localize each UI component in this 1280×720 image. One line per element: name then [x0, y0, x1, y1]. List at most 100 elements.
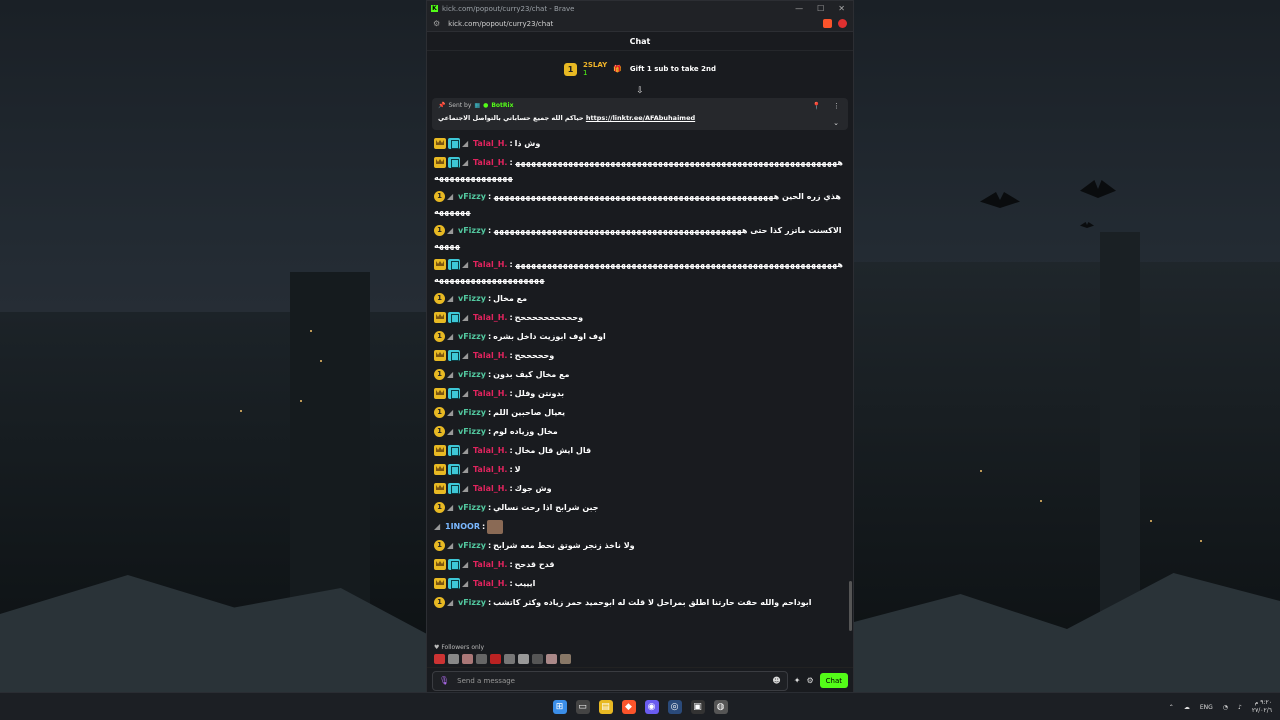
chat-settings-icon[interactable]: ⚙ [806, 676, 813, 685]
brave-rewards-icon[interactable] [838, 19, 847, 28]
chat-username[interactable]: vFizzy [458, 189, 486, 204]
kicks-icon[interactable]: ✦ [794, 676, 801, 685]
chat-message: ◢ Talal_H.: ايييب [434, 574, 846, 593]
chat-message: 1 ◢ vFizzy: مع مخال كيف بدون [434, 365, 846, 384]
discord-icon[interactable]: ◉ [644, 699, 659, 714]
chat-username[interactable]: vFizzy [458, 536, 486, 555]
emote[interactable] [504, 654, 515, 664]
unpin-icon[interactable]: 📍 [812, 102, 821, 110]
minimize-button[interactable]: — [795, 4, 803, 13]
lang-indicator[interactable]: ENG [1200, 704, 1213, 711]
chat-username[interactable]: vFizzy [458, 593, 486, 612]
pinned-link[interactable]: https://linktr.ee/AFAbuhaimed [586, 114, 695, 122]
emote[interactable] [518, 654, 529, 664]
xbox-icon[interactable]: ▣ [690, 699, 705, 714]
message-input[interactable] [457, 676, 765, 685]
bot-badge-icon: ▦ [474, 102, 481, 109]
chat-username[interactable]: Talal_H. [473, 257, 507, 272]
emote[interactable] [546, 654, 557, 664]
pinned-text: حياكم الله جميع حساباتي بالتواصل الاجتما… [438, 114, 584, 122]
chat-username[interactable]: vFizzy [458, 327, 486, 346]
colon-separator: : [487, 226, 492, 235]
chat-scrollbar[interactable] [849, 581, 852, 631]
emote[interactable] [476, 654, 487, 664]
crown-badge-icon [434, 578, 446, 589]
gift-leaderboard[interactable]: 1 2SLAY 1 🎁 Gift 1 sub to take 2nd [427, 51, 853, 87]
cloud-icon[interactable]: ☁ [1184, 704, 1190, 711]
chevron-up-icon[interactable]: ⌃ [1169, 704, 1174, 711]
chevron-down-icon[interactable]: ⌄ [833, 119, 839, 127]
emote[interactable] [532, 654, 543, 664]
crown-badge-icon [434, 464, 446, 475]
chat-username[interactable]: vFizzy [458, 289, 486, 308]
chat-username[interactable]: Talal_H. [473, 479, 507, 498]
chat-username[interactable]: 1INOOR [445, 517, 480, 536]
chat-username[interactable]: Talal_H. [473, 384, 507, 403]
chat-username[interactable]: Talal_H. [473, 346, 507, 365]
brave-browser-icon[interactable]: ◆ [621, 699, 636, 714]
clock[interactable]: ٩:٢٠ م ٢٧/٠٢/٦ [1252, 699, 1272, 715]
chat-username[interactable]: Talal_H. [473, 308, 507, 327]
chat-username[interactable]: vFizzy [458, 365, 486, 384]
brave-shields-icon[interactable] [823, 19, 832, 28]
hat-badge-icon: ◢ [447, 192, 454, 201]
more-options-icon[interactable]: ⋮ [833, 102, 840, 110]
chat-input-bar: 🎙 ☻ ✦ ⚙ Chat [427, 667, 853, 693]
emote[interactable] [560, 654, 571, 664]
chat-username[interactable]: vFizzy [458, 223, 486, 238]
chat-username[interactable]: Talal_H. [473, 460, 507, 479]
chat-username[interactable]: Talal_H. [473, 155, 507, 170]
chat-username[interactable]: vFizzy [458, 422, 486, 441]
subscriber-badge-icon [448, 138, 460, 149]
steam-icon[interactable]: ◎ [667, 699, 682, 714]
close-button[interactable]: ✕ [838, 4, 845, 13]
hat-badge-icon: ◢ [462, 465, 469, 474]
emote[interactable] [462, 654, 473, 664]
chat-username[interactable]: Talal_H. [473, 574, 507, 593]
chat-username[interactable]: vFizzy [458, 403, 486, 422]
hat-badge-icon: ◢ [462, 313, 469, 322]
message-text: بدونتن وفلل [514, 389, 565, 398]
hat-badge-icon: ◢ [447, 598, 454, 607]
emote[interactable] [490, 654, 501, 664]
subscriber-badge-icon [448, 559, 460, 570]
gift-cta[interactable]: Gift 1 sub to take 2nd [630, 65, 716, 73]
chat-username[interactable]: vFizzy [458, 498, 486, 517]
message-input-wrapper[interactable]: 🎙 ☻ [432, 670, 788, 691]
file-explorer-icon[interactable]: ▤ [598, 699, 613, 714]
hat-badge-icon: ◢ [462, 560, 469, 569]
maximize-button[interactable]: ☐ [817, 4, 824, 13]
address-bar[interactable]: ⚙ kick.com/popout/curry23/chat [427, 16, 853, 32]
message-text: وححححححححححح [514, 313, 584, 322]
crown-badge-icon [434, 559, 446, 570]
rank-badge-icon: 1 [434, 502, 445, 513]
chat-username[interactable]: Talal_H. [473, 134, 507, 153]
rank-badge-icon: 1 [434, 331, 445, 342]
system-tray: ⌃ ☁ ENG ◔ ♪ ٩:٢٠ م ٢٧/٠٢/٦ [1169, 693, 1272, 720]
pinned-sender[interactable]: BotRix [491, 102, 513, 109]
task-view-icon[interactable]: ▭ [575, 699, 590, 714]
chat-message: ◢ Talal_H.: وش جوك [434, 479, 846, 498]
emote[interactable] [448, 654, 459, 664]
wifi-icon[interactable]: ◔ [1223, 704, 1228, 711]
chat-username[interactable]: Talal_H. [473, 441, 507, 460]
hat-badge-icon: ◢ [447, 427, 454, 436]
send-chat-button[interactable]: Chat [819, 673, 848, 688]
message-text: لا [514, 465, 521, 474]
obs-icon[interactable]: ◍ [713, 699, 728, 714]
url-text[interactable]: kick.com/popout/curry23/chat [448, 20, 553, 28]
start-icon[interactable]: ⊞ [552, 699, 567, 714]
message-text: ابوداحم والله حقت حارتنا اطلق بمراحل لا … [493, 598, 812, 607]
hat-badge-icon: ◢ [462, 484, 469, 493]
emoji-icon[interactable]: ☻ [772, 676, 780, 685]
chat-message: ◢ Talal_H.: قدح قدحح [434, 555, 846, 574]
expand-arrow-icon[interactable]: ⇩ [427, 87, 853, 96]
chat-username[interactable]: Talal_H. [473, 555, 507, 574]
site-settings-icon[interactable]: ⚙ [433, 19, 440, 28]
chat-message: 1 ◢ vFizzy: ابوداحم والله حقت حارتنا اطلق … [434, 593, 846, 612]
microphone-icon[interactable]: 🎙 [439, 676, 449, 685]
volume-icon[interactable]: ♪ [1238, 704, 1242, 711]
crown-badge-icon [434, 259, 446, 270]
emote[interactable] [434, 654, 445, 664]
colon-separator: : [487, 408, 492, 417]
